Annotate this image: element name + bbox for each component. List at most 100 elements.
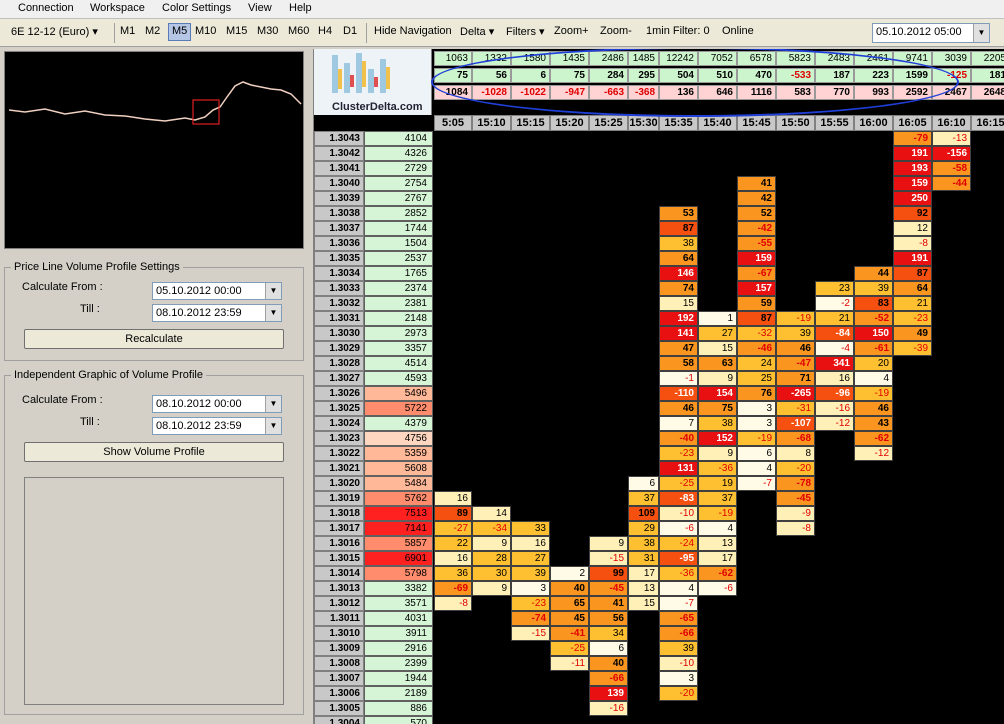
- column-time-header[interactable]: 15:10: [472, 115, 511, 131]
- menu-item-help[interactable]: Help: [289, 2, 312, 14]
- cluster-cell[interactable]: 3: [511, 581, 550, 596]
- cluster-cell[interactable]: 41: [589, 596, 628, 611]
- cluster-cell[interactable]: 157: [737, 281, 776, 296]
- cluster-cell[interactable]: -9: [776, 506, 815, 521]
- menu-item-connection[interactable]: Connection: [18, 2, 74, 14]
- cluster-cell[interactable]: -4: [815, 341, 854, 356]
- cluster-cell[interactable]: 99: [589, 566, 628, 581]
- timeframe-m2-button[interactable]: M2: [145, 25, 160, 37]
- cluster-cell[interactable]: -1: [659, 371, 698, 386]
- cluster-cell[interactable]: -55: [737, 236, 776, 251]
- cluster-cell[interactable]: 17: [698, 551, 737, 566]
- cluster-cell[interactable]: -6: [698, 581, 737, 596]
- column-time-header[interactable]: 15:40: [698, 115, 737, 131]
- cluster-cell[interactable]: 21: [815, 311, 854, 326]
- cluster-cell[interactable]: 83: [854, 296, 893, 311]
- timeframe-m30-button[interactable]: M30: [257, 25, 278, 37]
- zoom-out-button[interactable]: Zoom-: [600, 25, 632, 37]
- cluster-cell[interactable]: 27: [698, 326, 737, 341]
- cluster-cell[interactable]: 37: [628, 491, 659, 506]
- instrument-select[interactable]: 6E 12-12 (Euro) ▾: [8, 23, 112, 43]
- cluster-cell[interactable]: 38: [698, 416, 737, 431]
- cluster-cell[interactable]: -32: [737, 326, 776, 341]
- cluster-cell[interactable]: -58: [932, 161, 971, 176]
- cluster-cell[interactable]: 74: [659, 281, 698, 296]
- cluster-cell[interactable]: -34: [472, 521, 511, 536]
- cluster-cell[interactable]: -44: [932, 176, 971, 191]
- cluster-cell[interactable]: -107: [776, 416, 815, 431]
- cluster-cell[interactable]: 65: [550, 596, 589, 611]
- cluster-cell[interactable]: -66: [659, 626, 698, 641]
- cluster-cell[interactable]: 9: [698, 446, 737, 461]
- column-time-header[interactable]: 15:45: [737, 115, 776, 131]
- cluster-cell[interactable]: 6: [589, 641, 628, 656]
- timeframe-m5-button[interactable]: M5: [168, 23, 192, 41]
- cluster-cell[interactable]: -24: [659, 536, 698, 551]
- cluster-cell[interactable]: -47: [776, 356, 815, 371]
- cluster-cell[interactable]: 46: [659, 401, 698, 416]
- ind-calc-from-input[interactable]: 08.10.2012 00:00 ▼: [152, 395, 282, 413]
- cluster-cell[interactable]: 44: [854, 266, 893, 281]
- cluster-cell[interactable]: 92: [893, 206, 932, 221]
- cluster-cell[interactable]: -7: [737, 476, 776, 491]
- zoom-in-button[interactable]: Zoom+: [554, 25, 589, 37]
- cluster-cell[interactable]: 39: [854, 281, 893, 296]
- cluster-cell[interactable]: 33: [511, 521, 550, 536]
- cluster-cell[interactable]: 47: [659, 341, 698, 356]
- cluster-cell[interactable]: -16: [589, 701, 628, 716]
- column-time-header[interactable]: 16:15: [971, 115, 1004, 131]
- cluster-cell[interactable]: -36: [698, 461, 737, 476]
- cluster-cell[interactable]: 191: [893, 146, 932, 161]
- cluster-cell[interactable]: 45: [550, 611, 589, 626]
- timeframe-m60-button[interactable]: M60: [288, 25, 309, 37]
- cluster-cell[interactable]: -13: [932, 131, 971, 146]
- cluster-cell[interactable]: 9: [698, 371, 737, 386]
- cluster-cell[interactable]: 131: [659, 461, 698, 476]
- cluster-cell[interactable]: -15: [511, 626, 550, 641]
- cluster-cell[interactable]: 87: [737, 311, 776, 326]
- cluster-cell[interactable]: -8: [434, 596, 472, 611]
- cluster-cell[interactable]: -19: [698, 506, 737, 521]
- cluster-cell[interactable]: 4: [854, 371, 893, 386]
- cluster-cell[interactable]: 23: [815, 281, 854, 296]
- delta-menu[interactable]: Delta ▾: [460, 25, 494, 38]
- cluster-cell[interactable]: -45: [589, 581, 628, 596]
- cluster-cell[interactable]: 31: [628, 551, 659, 566]
- cluster-cell[interactable]: -11: [550, 656, 589, 671]
- cluster-cell[interactable]: -20: [776, 461, 815, 476]
- cluster-cell[interactable]: 141: [659, 326, 698, 341]
- cluster-cell[interactable]: 63: [698, 356, 737, 371]
- cluster-cell[interactable]: 3: [737, 401, 776, 416]
- cluster-cell[interactable]: 250: [893, 191, 932, 206]
- cluster-cell[interactable]: 21: [893, 296, 932, 311]
- timeframe-m15-button[interactable]: M15: [226, 25, 247, 37]
- cluster-cell[interactable]: 40: [550, 581, 589, 596]
- cluster-cell[interactable]: -95: [659, 551, 698, 566]
- cluster-cell[interactable]: 38: [659, 236, 698, 251]
- cluster-cell[interactable]: -46: [737, 341, 776, 356]
- recalculate-button[interactable]: Recalculate: [24, 329, 284, 349]
- viewport-frame[interactable]: [192, 99, 220, 125]
- cluster-cell[interactable]: 40: [589, 656, 628, 671]
- cluster-cell[interactable]: 87: [893, 266, 932, 281]
- cluster-cell[interactable]: 59: [737, 296, 776, 311]
- column-time-header[interactable]: 15:25: [589, 115, 628, 131]
- cluster-cell[interactable]: -19: [737, 431, 776, 446]
- cluster-cell[interactable]: 20: [854, 356, 893, 371]
- cluster-cell[interactable]: -10: [659, 506, 698, 521]
- timeframe-h4-button[interactable]: H4: [318, 25, 332, 37]
- cluster-cell[interactable]: 52: [737, 206, 776, 221]
- cluster-cell[interactable]: -67: [737, 266, 776, 281]
- cluster-cell[interactable]: 2: [550, 566, 589, 581]
- timeframe-m1-button[interactable]: M1: [120, 25, 135, 37]
- cluster-cell[interactable]: 64: [893, 281, 932, 296]
- cluster-cell[interactable]: 89: [434, 506, 472, 521]
- cluster-cell[interactable]: 58: [659, 356, 698, 371]
- cluster-cell[interactable]: 139: [589, 686, 628, 701]
- cluster-cell[interactable]: 49: [893, 326, 932, 341]
- cluster-cell[interactable]: -23: [659, 446, 698, 461]
- cluster-cell[interactable]: 27: [511, 551, 550, 566]
- cluster-cell[interactable]: -156: [932, 146, 971, 161]
- cluster-cell[interactable]: -8: [776, 521, 815, 536]
- cluster-cell[interactable]: 56: [589, 611, 628, 626]
